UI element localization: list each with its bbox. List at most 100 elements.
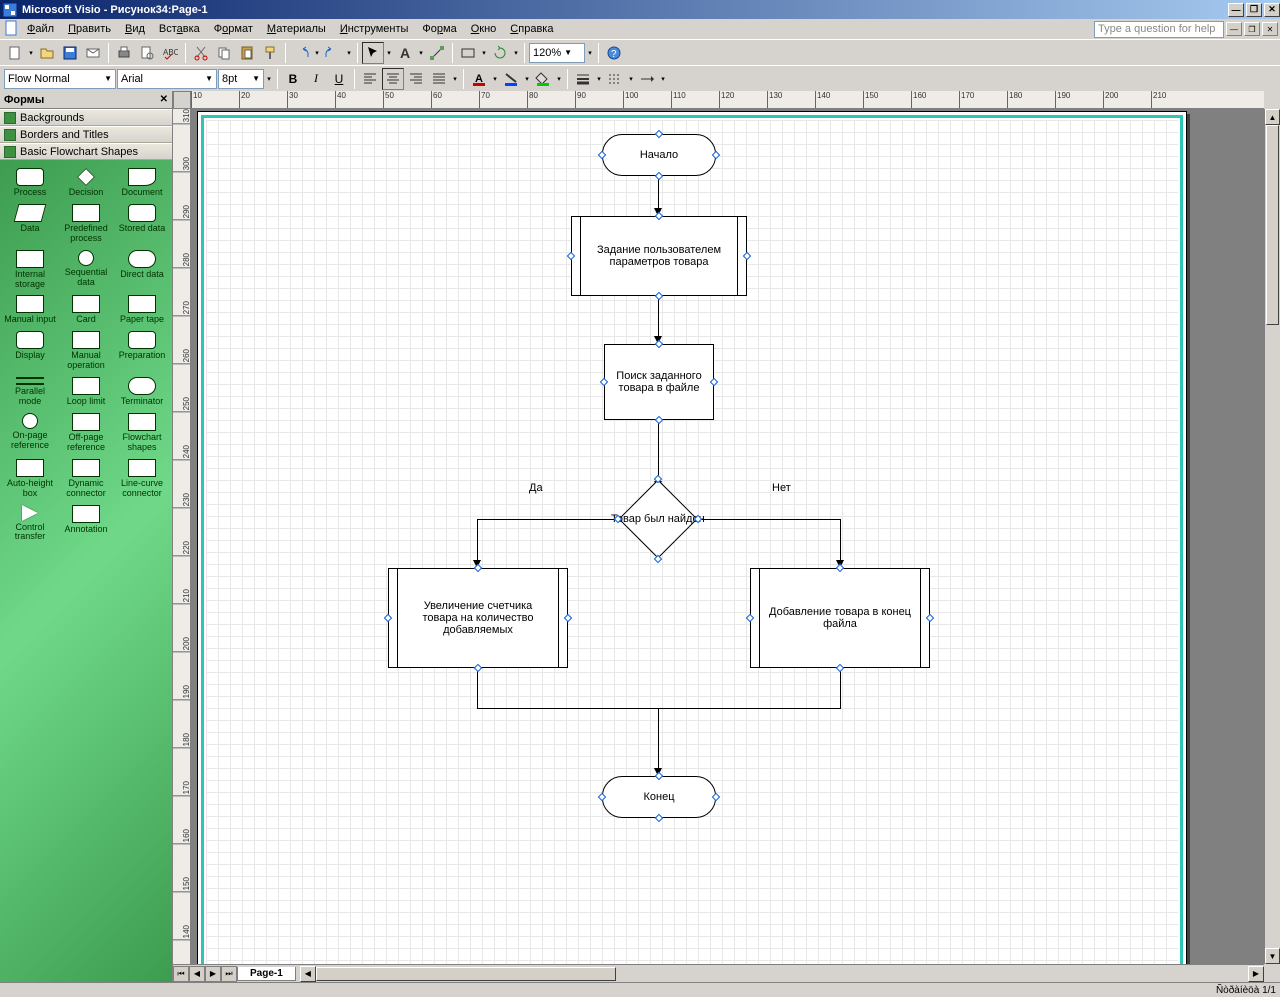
stencil-shape-item[interactable]: Sequential data <box>58 248 114 292</box>
new-dropdown[interactable]: ▾ <box>27 49 35 57</box>
align-dropdown[interactable]: ▾ <box>451 75 459 83</box>
stencil-shape-item[interactable]: Loop limit <box>58 375 114 409</box>
menu-format[interactable]: Формат <box>207 21 260 37</box>
align-right-button[interactable] <box>405 68 427 90</box>
stencil-shape-item[interactable]: Control transfer <box>2 503 58 545</box>
stencil-shape-item[interactable]: Card <box>58 293 114 327</box>
save-button[interactable] <box>59 42 81 64</box>
stencil-shape-item[interactable]: Display <box>2 329 58 373</box>
text-tool-button[interactable]: A <box>394 42 416 64</box>
tab-next-button[interactable]: ▶ <box>205 966 221 982</box>
pointer-dropdown[interactable]: ▾ <box>385 49 393 57</box>
stencil-shape-item[interactable]: Document <box>114 166 170 200</box>
font-color-dropdown[interactable]: ▾ <box>491 75 499 83</box>
zoom-combo[interactable]: 120%▼ <box>529 43 585 63</box>
page-tab[interactable]: Page-1 <box>237 967 296 981</box>
font-color-button[interactable]: A <box>468 68 490 90</box>
redo-dropdown[interactable]: ▾ <box>345 49 353 57</box>
tab-last-button[interactable]: ⏭ <box>221 966 237 982</box>
print-button[interactable] <box>113 42 135 64</box>
tab-prev-button[interactable]: ◀ <box>189 966 205 982</box>
shape-right[interactable]: Добавление товара в конец файла <box>750 568 930 668</box>
align-left-button[interactable] <box>359 68 381 90</box>
stencil-shape-item[interactable]: Process <box>2 166 58 200</box>
stencil-shape-item[interactable]: Decision <box>58 166 114 200</box>
align-justify-button[interactable] <box>428 68 450 90</box>
shape-left[interactable]: Увеличение счетчика товара на количество… <box>388 568 568 668</box>
font-combo[interactable]: Arial▼ <box>117 69 217 89</box>
undo-button[interactable] <box>290 42 312 64</box>
cut-button[interactable] <box>190 42 212 64</box>
bold-button[interactable]: B <box>282 68 304 90</box>
stencil-shape-item[interactable]: Preparation <box>114 329 170 373</box>
tab-first-button[interactable]: ⏮ <box>173 966 189 982</box>
line-weight-button[interactable] <box>572 68 594 90</box>
minimize-button[interactable]: — <box>1228 3 1244 17</box>
menu-edit[interactable]: Править <box>61 21 118 37</box>
stencil-shape-item[interactable]: Off-page reference <box>58 411 114 455</box>
stencil-shape-item[interactable]: Dynamic connector <box>58 457 114 501</box>
style-combo[interactable]: Flow Normal▼ <box>4 69 116 89</box>
rectangle-tool-button[interactable] <box>457 42 479 64</box>
new-button[interactable] <box>4 42 26 64</box>
restore-button[interactable]: ❐ <box>1246 3 1262 17</box>
stencil-flowchart[interactable]: Basic Flowchart Shapes <box>0 143 172 160</box>
align-center-button[interactable] <box>382 68 404 90</box>
connector-tool-button[interactable] <box>426 42 448 64</box>
stencil-shape-item[interactable]: Stored data <box>114 202 170 246</box>
size-combo[interactable]: 8pt▼ <box>218 69 264 89</box>
spell-button[interactable]: ABC <box>159 42 181 64</box>
line-pattern-button[interactable] <box>604 68 626 90</box>
redo-button[interactable] <box>322 42 344 64</box>
zoom-dropdown[interactable]: ▾ <box>586 49 594 57</box>
stencil-shape-item[interactable]: Annotation <box>58 503 114 545</box>
stencil-shape-item[interactable]: Flowchart shapes <box>114 411 170 455</box>
stencil-shape-item[interactable]: Paper tape <box>114 293 170 327</box>
help-button[interactable]: ? <box>603 42 625 64</box>
copy-button[interactable] <box>213 42 235 64</box>
line-ends-dropdown[interactable]: ▾ <box>659 75 667 83</box>
stencil-shape-item[interactable]: Internal storage <box>2 248 58 292</box>
shape-step1[interactable]: Задание пользователем параметров товара <box>571 216 747 296</box>
menu-shape[interactable]: Форма <box>415 21 463 37</box>
shape-dropdown[interactable]: ▾ <box>480 49 488 57</box>
line-pattern-dropdown[interactable]: ▾ <box>627 75 635 83</box>
mdi-minimize-button[interactable]: — <box>1226 22 1242 36</box>
menu-file[interactable]: Файл <box>20 21 61 37</box>
mdi-restore-button[interactable]: ❐ <box>1244 22 1260 36</box>
menu-materials[interactable]: Материалы <box>260 21 333 37</box>
line-color-button[interactable] <box>500 68 522 90</box>
stencil-shape-item[interactable]: Terminator <box>114 375 170 409</box>
menu-help[interactable]: Справка <box>503 21 560 37</box>
format-painter-button[interactable] <box>259 42 281 64</box>
email-button[interactable] <box>82 42 104 64</box>
menu-window[interactable]: Окно <box>464 21 504 37</box>
horizontal-scrollbar[interactable]: ◀ ▶ <box>300 966 1264 982</box>
stencil-shape-item[interactable]: Manual operation <box>58 329 114 373</box>
shape-end[interactable]: Конец <box>602 776 716 818</box>
italic-button[interactable]: I <box>305 68 327 90</box>
mdi-close-button[interactable]: ✕ <box>1262 22 1278 36</box>
line-ends-button[interactable] <box>636 68 658 90</box>
stencil-shape-item[interactable]: Data <box>2 202 58 246</box>
underline-button[interactable]: U <box>328 68 350 90</box>
stencil-shape-item[interactable]: Parallel mode <box>2 375 58 409</box>
rotate-dropdown[interactable]: ▾ <box>512 49 520 57</box>
size-dropdown[interactable]: ▾ <box>265 75 273 83</box>
stencil-borders[interactable]: Borders and Titles <box>0 126 172 143</box>
pointer-tool-button[interactable] <box>362 42 384 64</box>
stencil-shape-item[interactable]: Auto-height box <box>2 457 58 501</box>
drawing-page[interactable]: Начало Задание пользователем параметров … <box>197 111 1187 964</box>
open-button[interactable] <box>36 42 58 64</box>
menu-insert[interactable]: Вставка <box>152 21 207 37</box>
stencil-shape-item[interactable]: Direct data <box>114 248 170 292</box>
line-weight-dropdown[interactable]: ▾ <box>595 75 603 83</box>
close-button[interactable]: ✕ <box>1264 3 1280 17</box>
stencil-shape-item[interactable]: Line-curve connector <box>114 457 170 501</box>
canvas-viewport[interactable]: Начало Задание пользователем параметров … <box>191 109 1280 964</box>
stencil-backgrounds[interactable]: Backgrounds <box>0 109 172 126</box>
line-color-dropdown[interactable]: ▾ <box>523 75 531 83</box>
stencil-shape-item[interactable]: Manual input <box>2 293 58 327</box>
vertical-scrollbar[interactable]: ▲ ▼ <box>1264 109 1280 964</box>
print-preview-button[interactable] <box>136 42 158 64</box>
